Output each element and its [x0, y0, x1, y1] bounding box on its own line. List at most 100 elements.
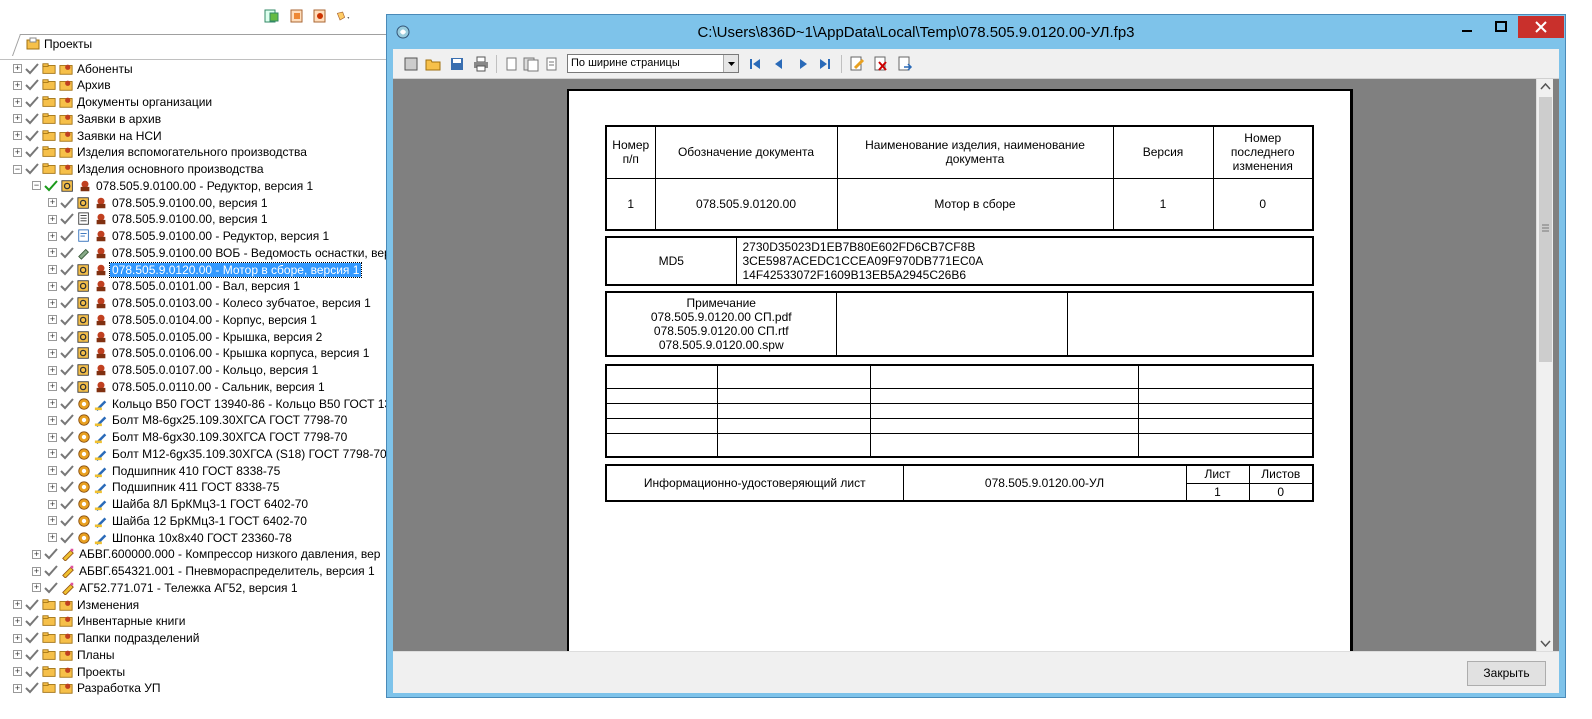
maximize-button[interactable]	[1484, 16, 1518, 38]
expand-toggle-icon[interactable]: +	[48, 482, 57, 492]
scroll-up-icon[interactable]	[1537, 79, 1554, 95]
expand-toggle-icon[interactable]: +	[13, 131, 22, 140]
tree-item[interactable]: +078.505.9.0100.00, версия 1	[48, 211, 270, 228]
expand-toggle-icon[interactable]: +	[48, 231, 57, 241]
toolbar-dropdown-icon[interactable]	[336, 8, 352, 24]
expand-toggle-icon[interactable]: +	[13, 683, 22, 693]
expand-toggle-icon[interactable]: +	[13, 64, 22, 73]
tree-item[interactable]: +078.505.0.0107.00 - Кольцо, версия 1	[48, 362, 320, 379]
document-viewer[interactable]: Номер п/п Обозначение документа Наименов…	[393, 79, 1559, 651]
expand-toggle-icon[interactable]: +	[13, 114, 22, 124]
expand-toggle-icon[interactable]: +	[13, 667, 22, 676]
tree-item[interactable]: − 078.505.9.0100.00 - Редуктор, версия 1	[32, 177, 315, 194]
first-page-icon[interactable]	[747, 56, 763, 72]
scroll-down-icon[interactable]	[1537, 635, 1554, 651]
window-titlebar[interactable]: C:\Users\836D~1\AppData\Local\Temp\078.5…	[387, 15, 1565, 49]
expand-toggle-icon[interactable]: +	[13, 80, 22, 90]
expand-toggle-icon[interactable]: +	[13, 97, 22, 107]
expand-toggle-icon[interactable]: +	[48, 198, 57, 207]
expand-toggle-icon[interactable]: +	[13, 616, 22, 626]
tree-item[interactable]: + Заявки в архив	[13, 110, 163, 127]
open-folder-icon[interactable]	[425, 56, 441, 72]
tree-item[interactable]: + Болт М8-6gx30.109.30ХГСА ГОСТ 7798-70	[48, 429, 349, 446]
tree-item[interactable]: + АБВГ.600000.000 - Компрессор низкого да…	[32, 546, 382, 563]
tree-item[interactable]: + Разработка УП	[13, 680, 163, 697]
project-tree[interactable]: + Абоненты + Архив + Документы организации + За…	[0, 59, 392, 719]
scrollbar-thumb[interactable]	[1539, 97, 1552, 362]
tree-item[interactable]: +078.505.0.0103.00 - Колесо зубчатое, ве…	[48, 295, 373, 312]
tree-item[interactable]: + Заявки на НСИ	[13, 127, 164, 144]
expand-toggle-icon[interactable]: +	[32, 583, 41, 593]
export-pdf-icon[interactable]	[873, 56, 889, 72]
tree-item[interactable]: +078.505.9.0100.00 - Редуктор, версия 1	[48, 228, 331, 245]
projects-tab-label[interactable]: Проекты	[44, 37, 92, 51]
tree-item[interactable]: + Абоненты	[13, 60, 135, 77]
expand-toggle-icon[interactable]: −	[13, 164, 22, 174]
expand-toggle-icon[interactable]: +	[13, 600, 22, 609]
expand-toggle-icon[interactable]: +	[48, 516, 57, 526]
expand-toggle-icon[interactable]: +	[48, 382, 57, 392]
toolbar-icon-1[interactable]	[264, 8, 280, 24]
save-icon[interactable]	[449, 56, 465, 72]
expand-toggle-icon[interactable]: +	[48, 298, 57, 308]
expand-toggle-icon[interactable]: +	[48, 348, 57, 358]
expand-toggle-icon[interactable]: +	[32, 549, 41, 559]
tree-item[interactable]: +078.505.9.0100.00 ВОБ - Ведомость оснас…	[48, 244, 392, 261]
tree-item[interactable]: + Проекты	[13, 663, 127, 680]
expand-toggle-icon[interactable]: +	[48, 466, 57, 475]
expand-toggle-icon[interactable]: +	[48, 281, 57, 291]
tree-item[interactable]: + Шайба 8Л БрКМц3-1 ГОСТ 6402-70	[48, 496, 310, 513]
expand-toggle-icon[interactable]: +	[48, 315, 57, 325]
tree-item[interactable]: +078.505.0.0105.00 - Крышка, версия 2	[48, 328, 324, 345]
expand-toggle-icon[interactable]: +	[32, 566, 41, 576]
two-page-icon[interactable]	[523, 56, 539, 72]
tree-item[interactable]: + Изменения	[13, 596, 141, 613]
expand-toggle-icon[interactable]: +	[48, 365, 57, 375]
expand-toggle-icon[interactable]: +	[13, 147, 22, 157]
expand-toggle-icon[interactable]: +	[48, 533, 57, 542]
tree-item[interactable]: + Папки подразделений	[13, 630, 201, 647]
tree-item[interactable]: + Шпонка 10x8x40 ГОСТ 23360-78	[48, 529, 294, 546]
expand-toggle-icon[interactable]: +	[48, 332, 57, 341]
minimize-button[interactable]	[1450, 16, 1484, 38]
tree-item[interactable]: + Шайба 12 БрКМц3-1 ГОСТ 6402-70	[48, 512, 309, 529]
last-page-icon[interactable]	[817, 56, 833, 72]
tree-item[interactable]: +078.505.9.0120.00 - Мотор в сборе, верс…	[48, 261, 363, 278]
tree-item[interactable]: +078.505.0.0110.00 - Сальник, версия 1	[48, 378, 327, 395]
tree-item[interactable]: +078.505.9.0100.00, версия 1	[48, 194, 270, 211]
single-page-icon[interactable]	[503, 56, 519, 72]
next-page-icon[interactable]	[795, 56, 811, 72]
tree-item[interactable]: +078.505.0.0106.00 - Крышка корпуса, вер…	[48, 345, 371, 362]
vertical-scrollbar[interactable]	[1536, 79, 1553, 651]
multi-page-icon[interactable]	[543, 56, 559, 72]
expand-toggle-icon[interactable]: +	[48, 499, 57, 509]
toolbar-icon-2[interactable]	[289, 8, 305, 24]
expand-toggle-icon[interactable]: +	[13, 633, 22, 643]
expand-toggle-icon[interactable]: −	[32, 181, 41, 191]
tree-item[interactable]: − Изделия основного производства	[13, 161, 266, 178]
export-document-icon[interactable]	[897, 56, 913, 72]
print-icon[interactable]	[473, 56, 489, 72]
expand-toggle-icon[interactable]: +	[48, 415, 57, 425]
zoom-dropdown-arrow[interactable]	[723, 55, 738, 72]
close-button[interactable]: Закрыть	[1467, 661, 1546, 686]
expand-toggle-icon[interactable]: +	[13, 650, 22, 660]
tree-item[interactable]: +078.505.0.0104.00 - Корпус, версия 1	[48, 311, 319, 328]
tree-item[interactable]: + Инвентарные книги	[13, 613, 187, 630]
tree-item[interactable]: + Документы организации	[13, 94, 214, 111]
tree-item[interactable]: + Болт М8-6gx25.109.30ХГСА ГОСТ 7798-70	[48, 412, 349, 429]
new-document-icon[interactable]	[403, 56, 419, 72]
edit-document-icon[interactable]	[849, 56, 865, 72]
expand-toggle-icon[interactable]: +	[48, 432, 57, 442]
zoom-select[interactable]: По ширине страницы	[567, 54, 739, 73]
expand-toggle-icon[interactable]: +	[48, 265, 57, 274]
toolbar-icon-3[interactable]	[312, 8, 328, 24]
expand-toggle-icon[interactable]: +	[48, 399, 57, 408]
tree-item[interactable]: + Подшипник 410 ГОСТ 8338-75	[48, 462, 282, 479]
expand-toggle-icon[interactable]: +	[48, 248, 57, 258]
expand-toggle-icon[interactable]: +	[48, 449, 57, 459]
tree-item[interactable]: + Архив	[13, 77, 113, 94]
tree-item[interactable]: + Кольцо В50 ГОСТ 13940-86 - Кольцо В50 Г…	[48, 395, 392, 412]
tree-item[interactable]: + Подшипник 411 ГОСТ 8338-75	[48, 479, 281, 496]
tree-item[interactable]: + Планы	[13, 646, 117, 663]
